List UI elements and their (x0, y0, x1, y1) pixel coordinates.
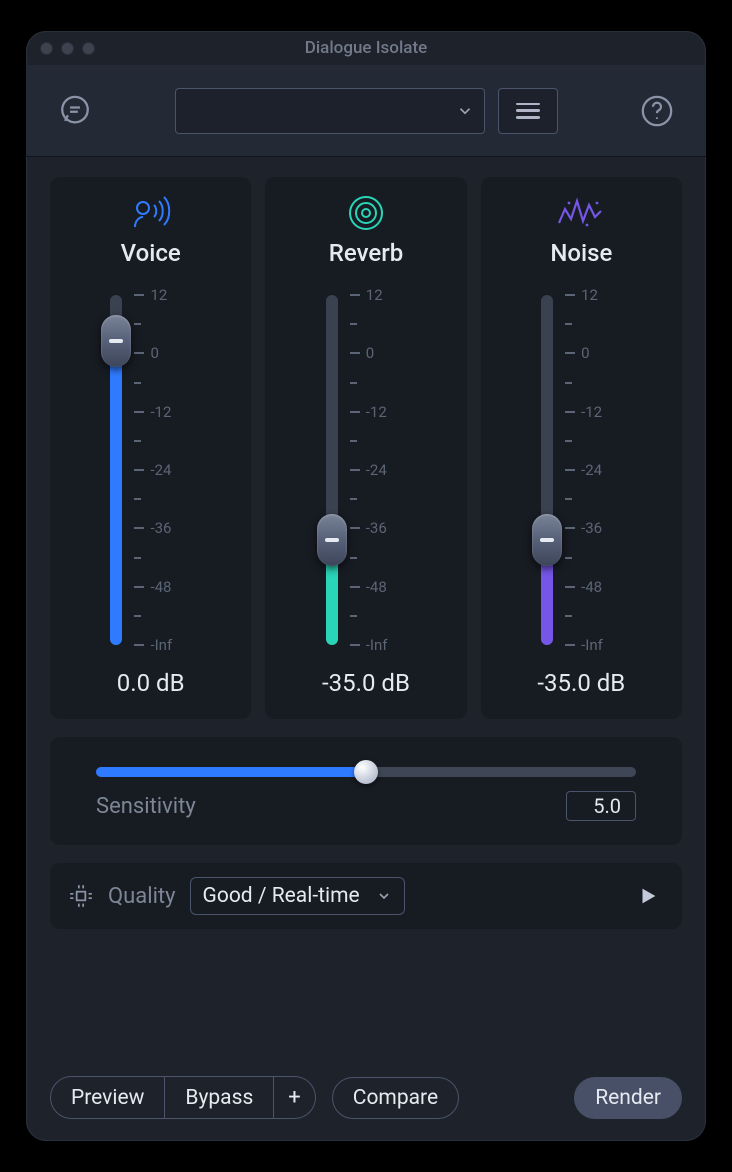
scale-tick-label: 12 (150, 286, 167, 304)
channel-card-voice: Voice 12 0 -12 -24 -36 -48 -Inf 0.0 dB (50, 177, 251, 719)
scale-tick-label: -Inf (581, 636, 603, 654)
scale-tick-label: -24 (581, 461, 602, 479)
quality-icon (68, 883, 94, 909)
channel-slider-noise[interactable]: 12 0 -12 -24 -36 -48 -Inf (481, 285, 682, 655)
footer-actions: Preview Bypass + Compare Render (50, 1076, 682, 1119)
scale-tick-label: -36 (366, 519, 387, 537)
channel-title-noise: Noise (550, 239, 612, 267)
quality-select[interactable]: Good / Real-time (190, 877, 405, 915)
scale-tick-label: -Inf (150, 636, 172, 654)
scale-tick-label: -12 (581, 403, 602, 421)
scale-tick-label: -48 (366, 578, 387, 596)
quality-label: Quality (108, 884, 176, 909)
scale-ticks: 120-12-24-36-48-Inf (565, 295, 678, 645)
scale-tick-label: 0 (366, 344, 374, 362)
chevron-down-icon (376, 888, 392, 904)
app-window: Dialogue Isolate Vo (26, 31, 706, 1141)
toolbar (26, 65, 706, 157)
preset-menu-button[interactable] (498, 88, 558, 134)
slider-thumb-noise[interactable] (532, 514, 562, 566)
scale-tick-label: -12 (150, 403, 171, 421)
scale-tick-label: -12 (366, 403, 387, 421)
scale-tick-label: 0 (581, 344, 589, 362)
channel-readout-reverb: -35.0 dB (322, 669, 410, 697)
scale-tick-label: -24 (366, 461, 387, 479)
channel-sliders-row: Voice 12 0 -12 -24 -36 -48 -Inf 0.0 dB Reverb 12 0 -… (50, 177, 682, 719)
sensitivity-label: Sensitivity (96, 794, 196, 819)
channel-title-voice: Voice (121, 239, 181, 267)
slider-thumb-voice[interactable] (101, 315, 131, 367)
menu-icon (516, 103, 540, 119)
render-button[interactable]: Render (574, 1077, 682, 1119)
bypass-button[interactable]: Bypass (165, 1076, 274, 1119)
sensitivity-slider[interactable] (96, 767, 636, 777)
titlebar: Dialogue Isolate (26, 31, 706, 65)
voice-icon (129, 193, 173, 233)
add-button[interactable]: + (274, 1076, 315, 1119)
scale-tick-label: 12 (581, 286, 598, 304)
play-icon (637, 885, 659, 907)
channel-readout-voice: 0.0 dB (117, 669, 185, 697)
preview-group: Preview Bypass + (50, 1076, 316, 1119)
noise-icon (557, 193, 605, 233)
scale-tick-label: -36 (150, 519, 171, 537)
scale-tick-label: -36 (581, 519, 602, 537)
quality-panel: Quality Good / Real-time (50, 863, 682, 929)
chevron-down-icon (456, 102, 474, 120)
reverb-icon (346, 193, 386, 233)
channel-readout-noise: -35.0 dB (537, 669, 625, 697)
channel-card-noise: Noise 12 0 -12 -24 -36 -48 -Inf -35.0 dB (481, 177, 682, 719)
scale-tick-label: 0 (150, 344, 158, 362)
scale-ticks: 120-12-24-36-48-Inf (350, 295, 463, 645)
help-button[interactable] (636, 90, 678, 132)
channel-slider-reverb[interactable]: 12 0 -12 -24 -36 -48 -Inf (265, 285, 466, 655)
scale-tick-label: -48 (581, 578, 602, 596)
window-title: Dialogue Isolate (26, 38, 706, 58)
chat-bubble-icon[interactable] (54, 90, 96, 132)
scale-tick-label: -Inf (366, 636, 388, 654)
preview-button[interactable]: Preview (50, 1076, 165, 1119)
scale-ticks: 120-12-24-36-48-Inf (134, 295, 247, 645)
compare-button[interactable]: Compare (332, 1077, 459, 1119)
help-icon (640, 94, 674, 128)
sensitivity-panel: Sensitivity 5.0 (50, 737, 682, 845)
quality-selected: Good / Real-time (203, 884, 360, 908)
sensitivity-thumb[interactable] (354, 760, 378, 784)
play-button[interactable] (632, 885, 664, 907)
scale-tick-label: -48 (150, 578, 171, 596)
channel-card-reverb: Reverb 12 0 -12 -24 -36 -48 -Inf -35.0 dB (265, 177, 466, 719)
scale-tick-label: -24 (150, 461, 171, 479)
content-area: Voice 12 0 -12 -24 -36 -48 -Inf 0.0 dB Reverb 12 0 -… (26, 157, 706, 1141)
scale-tick-label: 12 (366, 286, 383, 304)
channel-slider-voice[interactable]: 12 0 -12 -24 -36 -48 -Inf (50, 285, 251, 655)
slider-thumb-reverb[interactable] (317, 514, 347, 566)
preset-dropdown[interactable] (175, 88, 485, 134)
channel-title-reverb: Reverb (329, 239, 403, 267)
sensitivity-value[interactable]: 5.0 (566, 791, 636, 821)
